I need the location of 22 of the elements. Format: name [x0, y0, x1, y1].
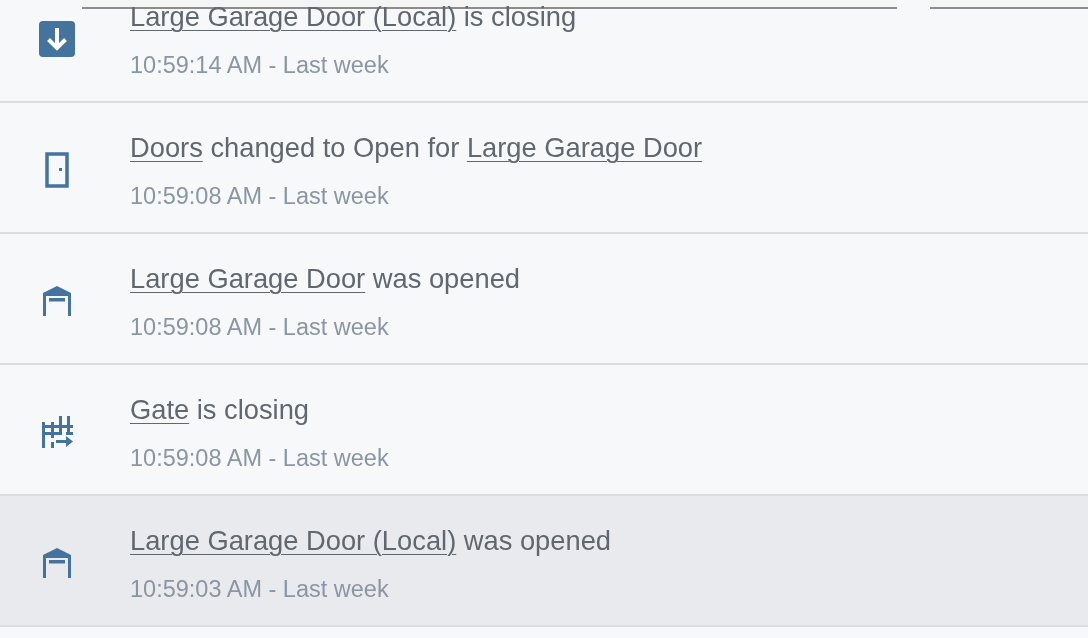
event-time: 10:59:08 AM - Last week — [130, 313, 389, 341]
entity-link[interactable]: Large Garage Door (Local) — [130, 1, 457, 32]
entity-link[interactable]: Gate — [130, 394, 190, 425]
entity-link[interactable]: Large Garage Door — [130, 263, 366, 294]
garage-icon — [43, 286, 71, 316]
event-message: Large Garage Door (Local) is closing — [130, 1, 577, 33]
event-message: Large Garage Door was opened — [130, 263, 520, 295]
event-message: Large Garage Door (Local) was opened — [130, 525, 612, 557]
gate-arrow-icon — [41, 416, 73, 448]
entity-link[interactable]: Doors — [130, 132, 203, 163]
event-message: Doors changed to Open for Large Garage Door — [130, 132, 703, 164]
entity-link[interactable]: Large Garage Door (Local) — [130, 525, 457, 556]
door-icon — [45, 152, 69, 188]
log-entry[interactable]: Large Garage Door (Local) was opened 10:59:03 AM - Last week — [0, 496, 1088, 627]
garage-icon — [43, 548, 71, 578]
event-time: 10:59:14 AM - Last week — [130, 51, 389, 79]
event-message: Gate is closing — [130, 394, 310, 426]
event-time: 10:59:08 AM - Last week — [130, 182, 389, 210]
event-time: 10:59:08 AM - Last week — [130, 444, 389, 472]
event-time: 10:59:03 AM - Last week — [130, 575, 389, 603]
entity-link[interactable]: Large Garage Door — [466, 132, 703, 163]
arrow-down-box-icon — [39, 21, 75, 57]
